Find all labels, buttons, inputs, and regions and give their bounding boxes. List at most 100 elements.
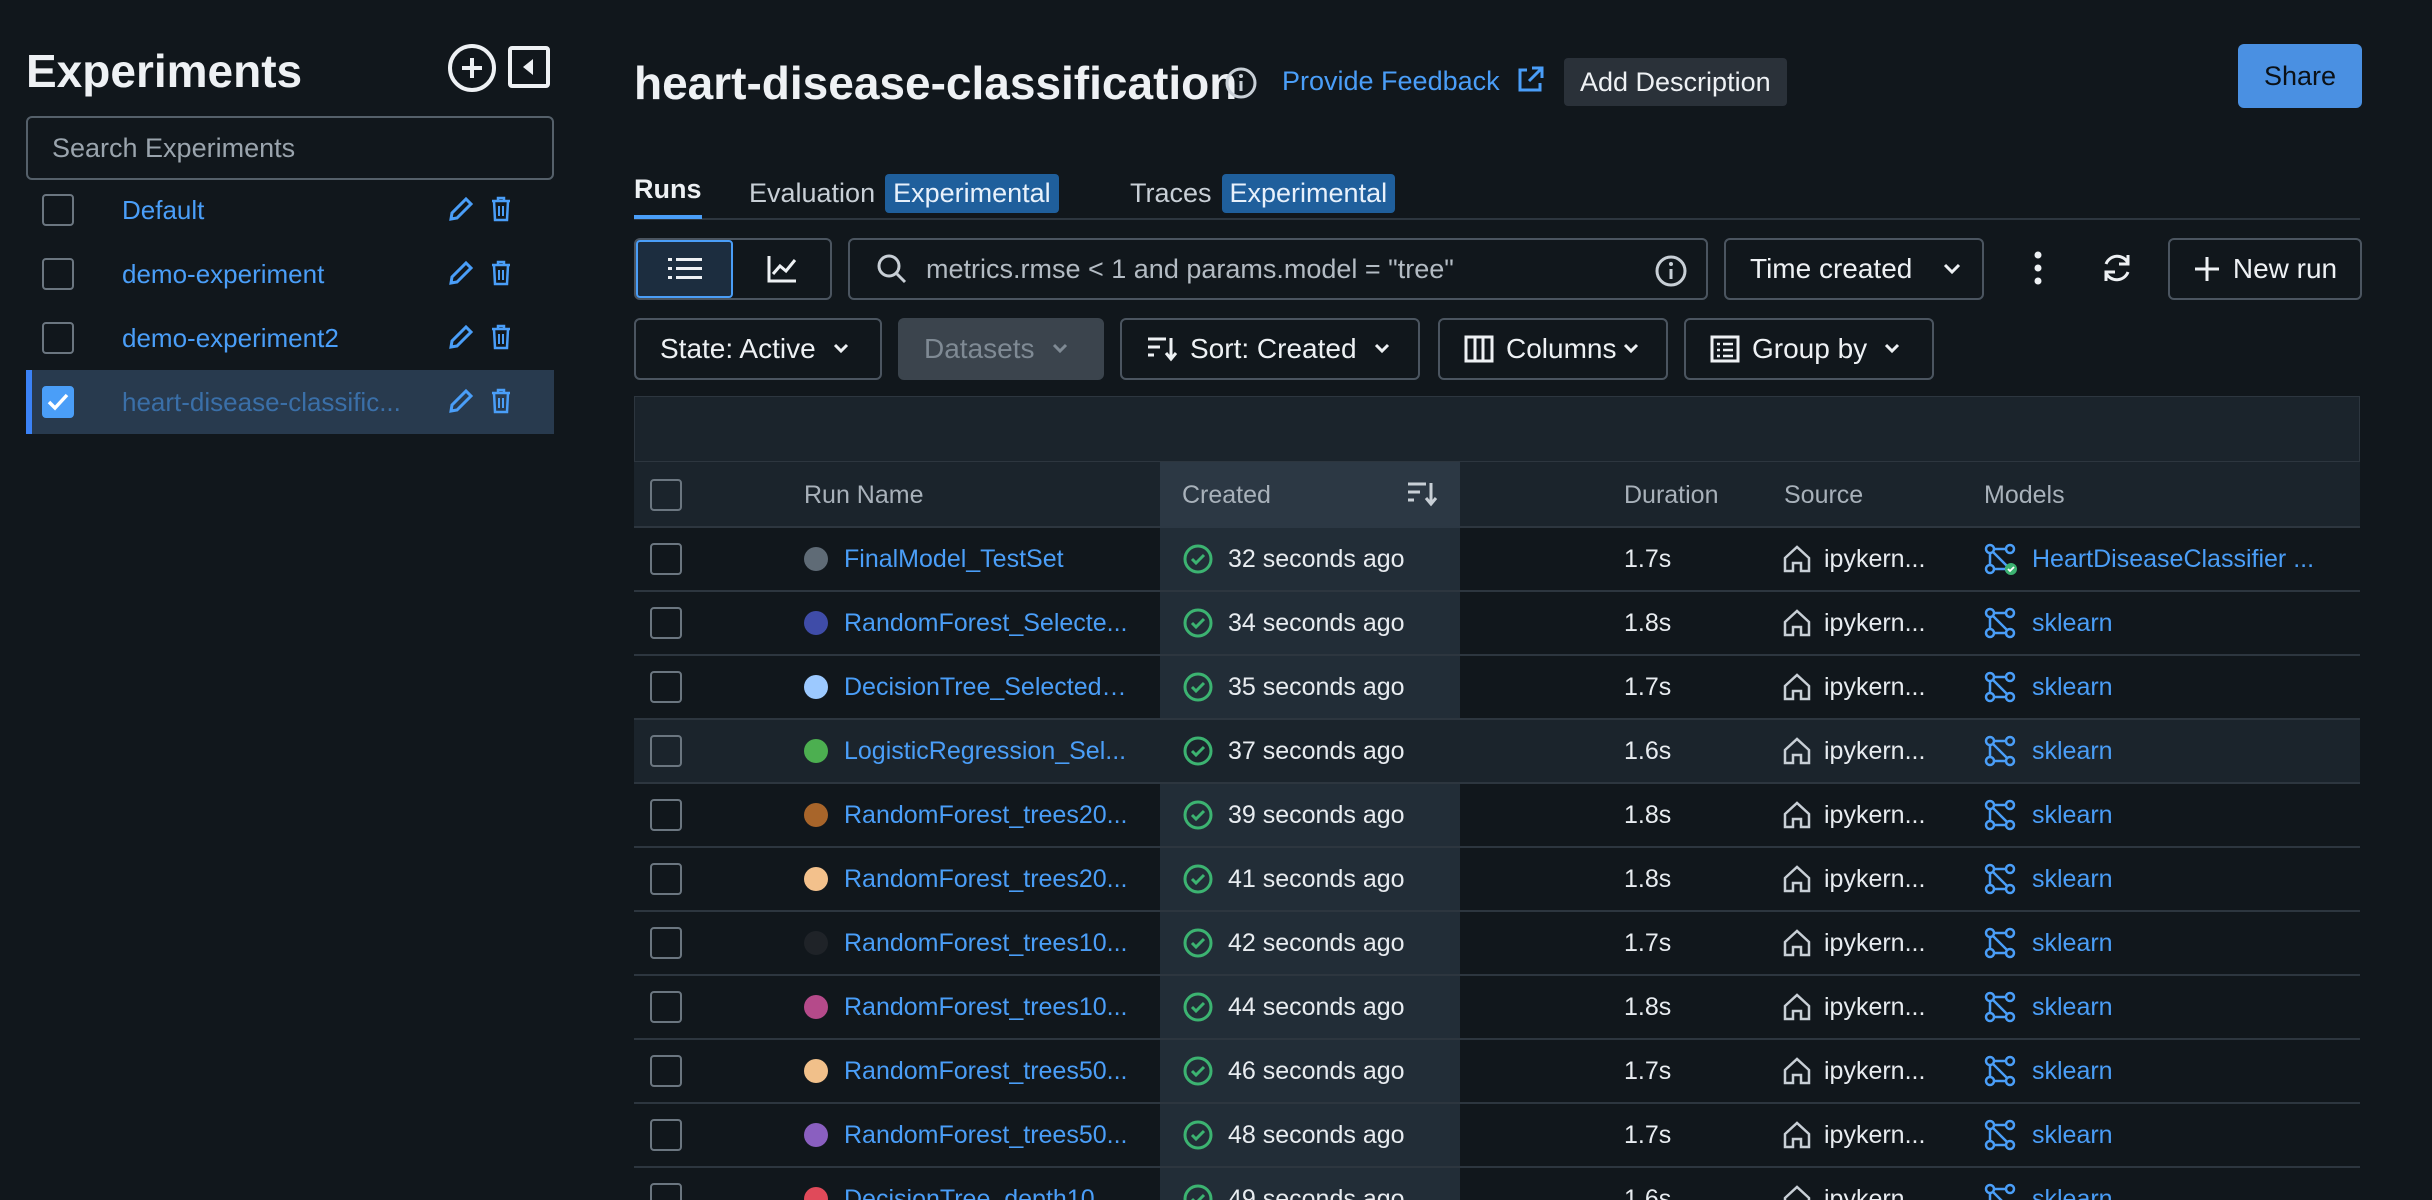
column-header-source[interactable]: Source xyxy=(1784,462,1863,528)
models-cell[interactable]: sklearn xyxy=(1984,848,2113,910)
source-cell[interactable]: ipykern... xyxy=(1782,912,1925,974)
trash-icon[interactable] xyxy=(490,196,512,227)
experiment-name[interactable]: demo-experiment xyxy=(122,259,422,290)
row-checkbox[interactable] xyxy=(650,1040,682,1102)
table-row[interactable]: RandomForest_trees50... 46 seconds ago 1.7… xyxy=(634,1040,2360,1104)
run-name-link[interactable]: RandomForest_trees20... xyxy=(844,848,1134,910)
experiment-name[interactable]: Default xyxy=(122,195,422,226)
table-row[interactable]: DecisionTree_depth10... 49 seconds ago 1.6… xyxy=(634,1168,2360,1200)
model-link[interactable]: sklearn xyxy=(2032,993,2113,1022)
table-row[interactable]: RandomForest_trees50... 48 seconds ago 1.7… xyxy=(634,1104,2360,1168)
models-cell[interactable]: HeartDiseaseClassifier ... xyxy=(1984,528,2314,590)
model-link[interactable]: sklearn xyxy=(2032,673,2113,702)
chart-view-button[interactable] xyxy=(733,240,830,298)
add-description-button[interactable]: Add Description xyxy=(1564,58,1787,106)
run-name-link[interactable]: RandomForest_trees10... xyxy=(844,912,1134,974)
trash-icon[interactable] xyxy=(490,324,512,355)
select-all-checkbox[interactable] xyxy=(650,462,682,528)
table-row[interactable]: RandomForest_trees10... 42 seconds ago 1.7… xyxy=(634,912,2360,976)
models-cell[interactable]: sklearn xyxy=(1984,976,2113,1038)
tab-traces[interactable]: Traces Experimental xyxy=(1130,174,1396,213)
model-link[interactable]: sklearn xyxy=(2032,1121,2113,1150)
source-cell[interactable]: ipykern... xyxy=(1782,656,1925,718)
row-checkbox[interactable] xyxy=(650,592,682,654)
run-filter-input[interactable]: metrics.rmse < 1 and params.model = "tre… xyxy=(848,238,1708,300)
info-icon[interactable] xyxy=(1224,66,1258,105)
column-header-models[interactable]: Models xyxy=(1984,462,2065,528)
time-created-select[interactable]: Time created xyxy=(1724,238,1984,300)
models-cell[interactable]: sklearn xyxy=(1984,592,2113,654)
models-cell[interactable]: sklearn xyxy=(1984,720,2113,782)
column-header-duration[interactable]: Duration xyxy=(1624,462,1719,528)
tab-evaluation[interactable]: Evaluation Experimental xyxy=(749,174,1059,213)
row-checkbox[interactable] xyxy=(650,1104,682,1166)
pencil-icon[interactable] xyxy=(446,322,476,357)
model-link[interactable]: sklearn xyxy=(2032,737,2113,766)
experiment-checkbox[interactable] xyxy=(42,386,74,418)
datasets-filter-select[interactable]: Datasets xyxy=(898,318,1104,380)
source-cell[interactable]: ipykern... xyxy=(1782,592,1925,654)
run-name-link[interactable]: DecisionTree_SelectedF... xyxy=(844,656,1134,718)
collapse-sidebar-button[interactable] xyxy=(508,46,550,88)
pencil-icon[interactable] xyxy=(446,258,476,293)
row-checkbox[interactable] xyxy=(650,528,682,590)
table-row[interactable]: RandomForest_Selecte... 34 seconds ago 1.8… xyxy=(634,592,2360,656)
run-name-link[interactable]: DecisionTree_depth10... xyxy=(844,1168,1134,1200)
row-checkbox[interactable] xyxy=(650,912,682,974)
row-checkbox[interactable] xyxy=(650,848,682,910)
group-by-select[interactable]: Group by xyxy=(1684,318,1934,380)
experiment-checkbox[interactable] xyxy=(42,258,74,290)
row-checkbox[interactable] xyxy=(650,1168,682,1200)
experiment-checkbox[interactable] xyxy=(42,194,74,226)
source-cell[interactable]: ipykern... xyxy=(1782,848,1925,910)
experiment-item[interactable]: demo-experiment xyxy=(26,242,554,306)
columns-select[interactable]: Columns xyxy=(1438,318,1668,380)
table-row[interactable]: RandomForest_trees10... 44 seconds ago 1.8… xyxy=(634,976,2360,1040)
table-row[interactable]: DecisionTree_SelectedF... 35 seconds ago 1… xyxy=(634,656,2360,720)
models-cell[interactable]: sklearn xyxy=(1984,912,2113,974)
state-filter-select[interactable]: State: Active xyxy=(634,318,882,380)
source-cell[interactable]: ipykern... xyxy=(1782,784,1925,846)
table-view-button[interactable] xyxy=(636,240,734,298)
provide-feedback-link[interactable]: Provide Feedback xyxy=(1282,66,1500,97)
table-row[interactable]: RandomForest_trees20... 41 seconds ago 1.8… xyxy=(634,848,2360,912)
refresh-icon[interactable] xyxy=(2100,252,2134,289)
source-cell[interactable]: ipykern... xyxy=(1782,976,1925,1038)
tab-runs[interactable]: Runs xyxy=(634,174,702,219)
row-checkbox[interactable] xyxy=(650,976,682,1038)
more-options-icon[interactable] xyxy=(2032,250,2044,291)
run-name-link[interactable]: FinalModel_TestSet xyxy=(844,528,1134,590)
trash-icon[interactable] xyxy=(490,388,512,419)
row-checkbox[interactable] xyxy=(650,784,682,846)
row-checkbox[interactable] xyxy=(650,656,682,718)
pencil-icon[interactable] xyxy=(446,194,476,229)
new-run-button[interactable]: New run xyxy=(2168,238,2362,300)
add-experiment-button[interactable] xyxy=(448,44,496,92)
model-link[interactable]: sklearn xyxy=(2032,865,2113,894)
models-cell[interactable]: sklearn xyxy=(1984,1104,2113,1166)
row-checkbox[interactable] xyxy=(650,720,682,782)
run-name-link[interactable]: RandomForest_trees20... xyxy=(844,784,1134,846)
models-cell[interactable]: sklearn xyxy=(1984,1040,2113,1102)
source-cell[interactable]: ipykern... xyxy=(1782,1168,1925,1200)
experiment-checkbox[interactable] xyxy=(42,322,74,354)
search-experiments-input[interactable]: Search Experiments xyxy=(26,116,554,180)
experiment-item[interactable]: Default xyxy=(26,178,554,242)
column-header-created[interactable]: Created xyxy=(1160,462,1460,528)
sort-select[interactable]: Sort: Created xyxy=(1120,318,1420,380)
model-link[interactable]: sklearn xyxy=(2032,609,2113,638)
experiment-name[interactable]: demo-experiment2 xyxy=(122,323,422,354)
models-cell[interactable]: sklearn xyxy=(1984,656,2113,718)
trash-icon[interactable] xyxy=(490,260,512,291)
source-cell[interactable]: ipykern... xyxy=(1782,1104,1925,1166)
table-row[interactable]: LogisticRegression_Sel... 37 seconds ago 1… xyxy=(634,720,2360,784)
run-name-link[interactable]: RandomForest_Selecte... xyxy=(844,592,1134,654)
source-cell[interactable]: ipykern... xyxy=(1782,528,1925,590)
model-link[interactable]: HeartDiseaseClassifier ... xyxy=(2032,545,2314,574)
models-cell[interactable]: sklearn xyxy=(1984,1168,2113,1200)
model-link[interactable]: sklearn xyxy=(2032,801,2113,830)
model-link[interactable]: sklearn xyxy=(2032,1185,2113,1200)
model-link[interactable]: sklearn xyxy=(2032,929,2113,958)
experiment-item[interactable]: demo-experiment2 xyxy=(26,306,554,370)
model-link[interactable]: sklearn xyxy=(2032,1057,2113,1086)
